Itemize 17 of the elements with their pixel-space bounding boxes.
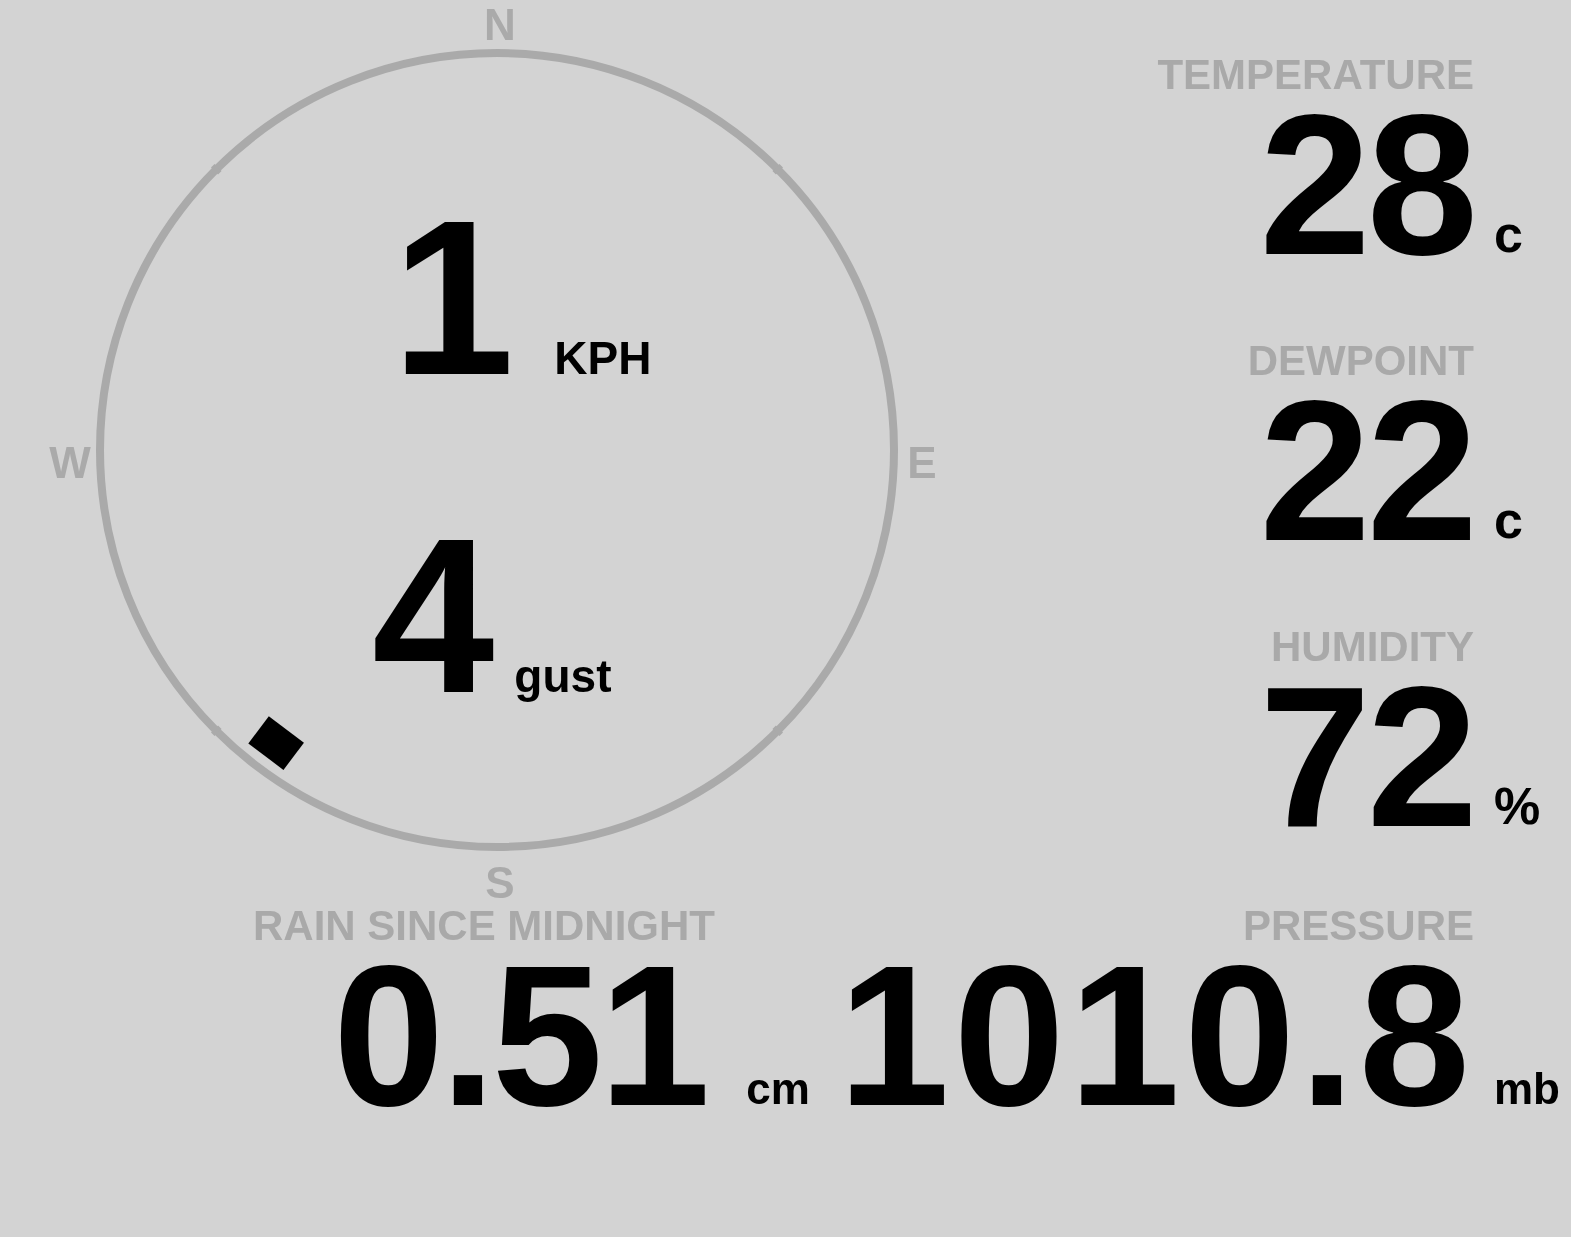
wind-speed-value: 1 — [392, 210, 515, 386]
compass-tick — [772, 725, 784, 737]
reading-unit: c — [1493, 494, 1524, 546]
compass-tick — [210, 725, 222, 737]
wind-speed-value: 4 — [372, 528, 495, 704]
reading-unit: c — [1493, 208, 1524, 260]
reading-value: 28 — [1259, 110, 1474, 260]
rain-value: 0.51 — [333, 961, 707, 1111]
compass-tick — [772, 163, 784, 175]
compass-tick — [210, 163, 222, 175]
wind-speed-unit: KPH — [554, 335, 652, 381]
reading-unit: % — [1493, 780, 1542, 832]
reading-value: 72 — [1259, 682, 1474, 832]
pressure-value: 1010.8 — [838, 961, 1474, 1111]
pressure-unit: mb — [1493, 1067, 1556, 1111]
reading-value: 22 — [1259, 396, 1474, 546]
rain-unit: cm — [745, 1067, 810, 1111]
